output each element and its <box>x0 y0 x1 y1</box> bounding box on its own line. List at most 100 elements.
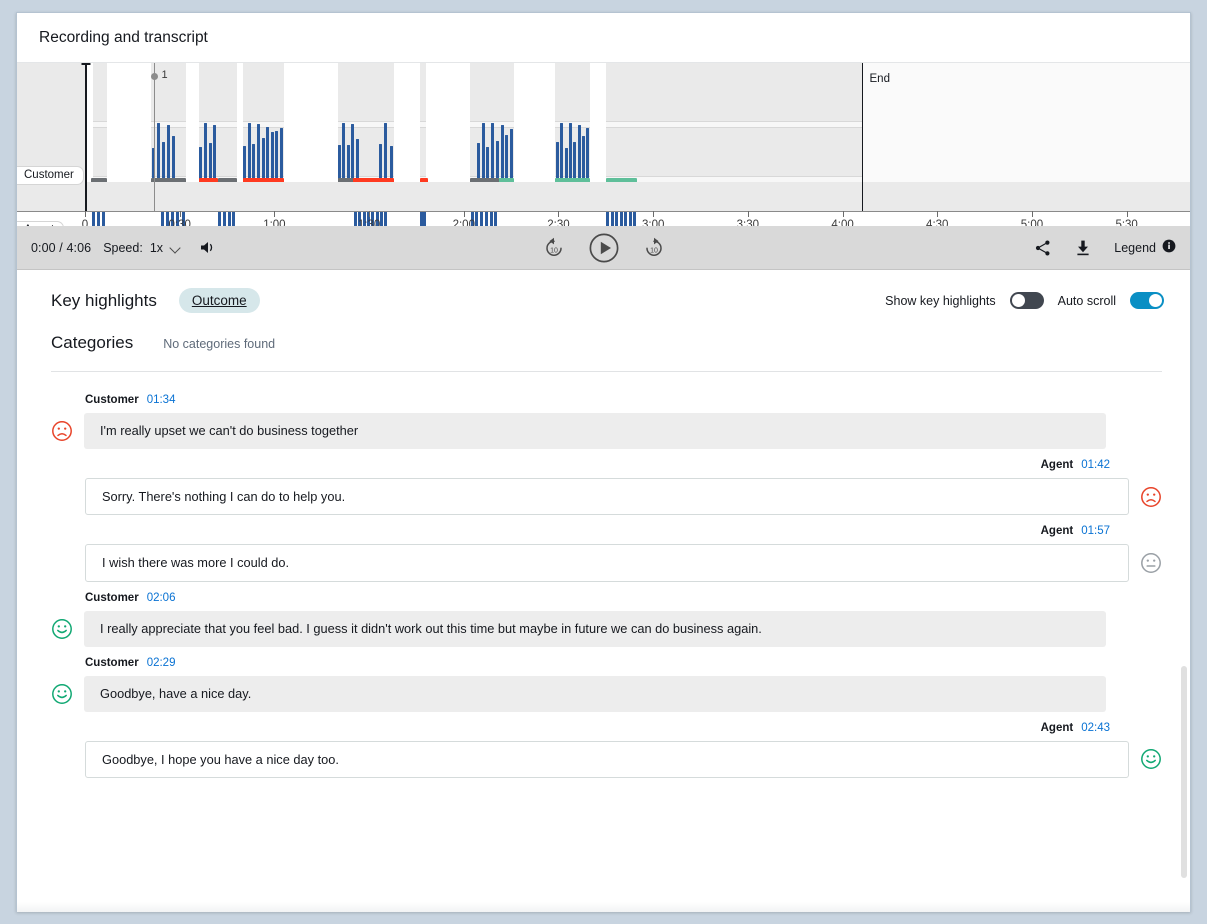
message-bubble[interactable]: I really appreciate that you feel bad. I… <box>84 610 1106 647</box>
categories-row: Categories No categories found <box>17 313 1190 353</box>
bookmark-marker-line[interactable] <box>154 63 156 211</box>
waveform-bar <box>208 142 212 179</box>
message-row: I really appreciate that you feel bad. I… <box>51 610 1162 647</box>
message-speaker: Agent <box>1040 459 1074 471</box>
scrollbar-thumb[interactable] <box>1181 666 1187 878</box>
player-controls: 0:00 / 4:06 Speed: 1x 10 10 Legend <box>17 226 1190 270</box>
chevron-down-icon[interactable] <box>170 242 182 254</box>
waveform-bar <box>279 127 283 179</box>
message-bubble[interactable]: I'm really upset we can't do business to… <box>84 413 1106 449</box>
speed-selector[interactable]: Speed: 1x <box>103 241 182 255</box>
message-timestamp[interactable]: 02:06 <box>147 592 176 604</box>
message-speaker: Agent <box>1040 525 1074 538</box>
show-key-highlights-toggle[interactable] <box>1009 292 1044 309</box>
waveform-canvas[interactable]: 0 0:30 1:00 1:30 2:00 2:30 3:00 3:30 4:00 4:30 5:0… <box>17 63 1190 226</box>
message-bubble[interactable]: Goodbye, have a nice day. <box>84 675 1106 712</box>
waveform-bar <box>270 132 274 179</box>
waveform-bar <box>338 145 341 179</box>
waveform-bar <box>243 146 247 179</box>
waveform-bar <box>247 123 251 179</box>
waveform-bar <box>577 125 581 179</box>
waveform-bar <box>564 148 568 179</box>
sentiment-positive-icon <box>1140 748 1162 770</box>
waveform-bar <box>389 145 393 179</box>
download-icon[interactable] <box>1074 239 1092 257</box>
transcript-message: Customer 02:29 Goodbye, have a nice day. <box>51 657 1162 712</box>
waveform-bar <box>351 123 355 179</box>
transcript-scrollbar[interactable] <box>1181 666 1187 912</box>
timeline-axis-line <box>17 211 1190 212</box>
player-left-group: 0:00 / 4:06 Speed: 1x <box>31 240 217 255</box>
playhead[interactable] <box>85 63 87 211</box>
axis-tick-label: 4:30 <box>926 219 949 226</box>
axis-tick <box>558 211 560 217</box>
message-bubble[interactable]: I wish there was more I could do. <box>85 544 1129 582</box>
message-speaker: Customer <box>85 394 139 406</box>
categories-title: Categories <box>51 333 134 352</box>
svg-text:10: 10 <box>550 247 558 254</box>
message-bubble[interactable]: Sorry. There's nothing I can do to help … <box>85 478 1129 516</box>
waveform-bar <box>199 147 203 179</box>
rewind-10-button[interactable]: 10 <box>542 236 566 260</box>
volume-icon[interactable] <box>200 240 217 255</box>
share-icon[interactable] <box>1034 239 1052 257</box>
waveform-bar <box>500 125 504 179</box>
waveform-bar <box>505 134 509 179</box>
waveform-visualization[interactable]: 0 0:30 1:00 1:30 2:00 2:30 3:00 3:30 4:00 4:30 5:0… <box>17 63 1190 226</box>
axis-tick-label: 0:30 <box>168 219 191 226</box>
waveform-bar <box>156 123 160 179</box>
message-timestamp[interactable]: 01:42 <box>1081 459 1110 471</box>
message-speaker: Customer <box>85 591 139 604</box>
legend-button[interactable]: Legend <box>1114 239 1176 256</box>
axis-tick <box>1126 211 1128 217</box>
speed-value: 1x <box>149 240 164 255</box>
message-timestamp[interactable]: 01:34 <box>147 394 176 406</box>
outcome-chip[interactable]: Outcome <box>178 288 260 313</box>
waveform-bar <box>560 123 564 179</box>
axis-tick <box>937 211 939 217</box>
waveform-bar <box>568 123 572 179</box>
highlights-and-transcript: Key highlights Outcome Show key highligh… <box>17 270 1190 912</box>
message-meta: Customer 02:06 <box>51 592 1162 604</box>
message-row: I'm really upset we can't do business to… <box>51 413 1162 449</box>
show-key-highlights-label: Show key highlights <box>885 293 996 308</box>
message-row: I wish there was more I could do. <box>51 544 1162 582</box>
waveform-bar <box>384 123 388 179</box>
axis-tick <box>369 211 371 217</box>
end-marker-label: End <box>869 73 890 85</box>
waveform-bar <box>615 210 619 226</box>
waveform-bar <box>257 124 260 179</box>
axis-tick <box>85 211 86 217</box>
key-highlights-title: Key highlights <box>51 290 157 310</box>
axis-tick <box>842 211 844 217</box>
forward-10-button[interactable]: 10 <box>642 236 666 260</box>
info-icon[interactable] <box>1162 239 1176 256</box>
axis-tick <box>463 211 465 217</box>
playback-time: 0:00 / 4:06 <box>31 240 92 255</box>
sentiment-negative-icon <box>1140 486 1162 508</box>
bookmark-marker-dot[interactable] <box>151 73 159 80</box>
waveform-bar <box>346 144 350 179</box>
message-timestamp[interactable]: 02:29 <box>147 657 176 669</box>
waveform-bar <box>342 123 346 179</box>
playhead-handle[interactable] <box>81 63 91 65</box>
recording-transcript-panel: Recording and transcript 0 0:30 1:00 1:30 2:… <box>16 12 1191 912</box>
waveform-bar <box>555 142 559 179</box>
message-meta: Customer 02:29 <box>51 657 1162 669</box>
axis-tick <box>653 211 655 217</box>
axis-tick-label: 0 <box>81 219 89 226</box>
waveform-bar <box>581 135 585 179</box>
message-row: Goodbye, have a nice day. <box>51 675 1162 712</box>
message-meta: Agent 02:43 <box>51 722 1162 734</box>
transcript-list: Customer 01:34 I'm really upset we can't d… <box>17 372 1190 778</box>
message-bubble[interactable]: Goodbye, I hope you have a nice day too. <box>85 740 1129 778</box>
message-timestamp[interactable]: 02:43 <box>1081 722 1110 734</box>
transcript-message: Agent 01:57 I wish there was more I could … <box>51 525 1162 582</box>
bottom-fade <box>17 902 1190 912</box>
message-timestamp[interactable]: 01:57 <box>1081 525 1110 537</box>
message-meta: Agent 01:57 <box>51 525 1162 537</box>
auto-scroll-toggle[interactable] <box>1130 292 1164 309</box>
transcript-message: Agent 01:42 Sorry. There's nothing I can d… <box>51 459 1162 516</box>
waveform-bar <box>252 143 256 179</box>
play-button[interactable] <box>588 232 620 264</box>
